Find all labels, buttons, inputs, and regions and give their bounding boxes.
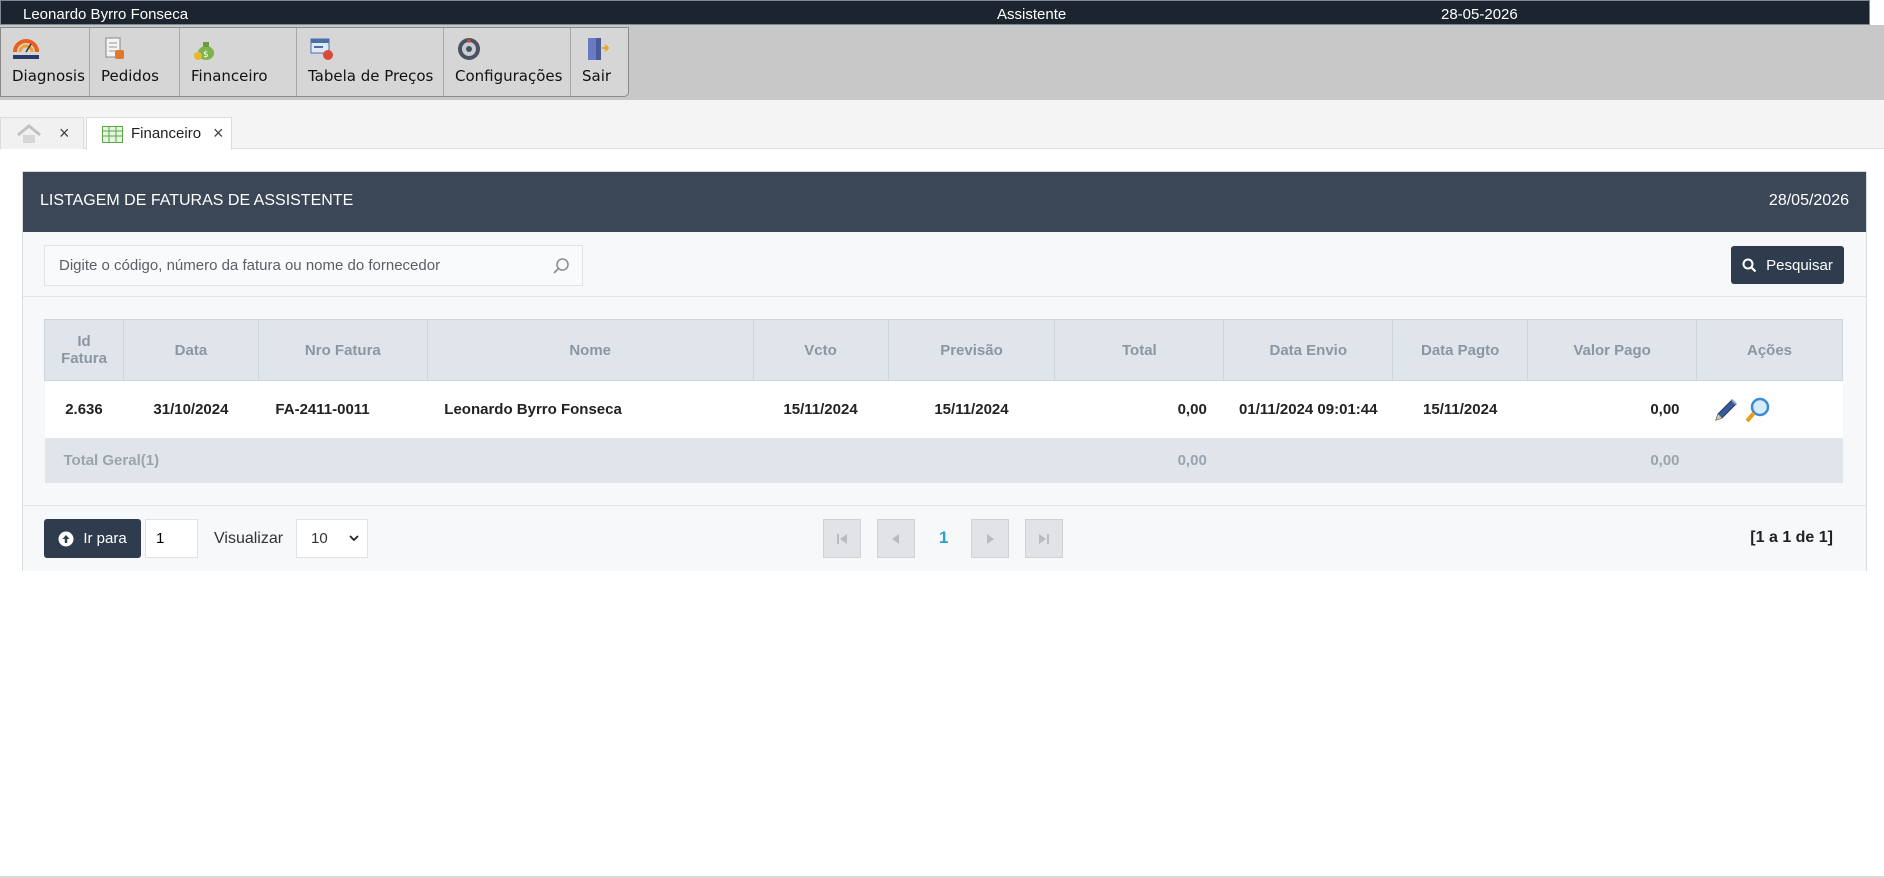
total-geral-label: Total Geral(1) <box>44 438 1055 483</box>
first-page-button[interactable] <box>823 519 861 558</box>
page-number-input[interactable] <box>145 519 198 558</box>
menu-label-diagnosis: Diagnosis <box>12 67 85 85</box>
next-page-button[interactable] <box>971 519 1009 558</box>
go-to-page-button[interactable]: Ir para <box>44 519 141 558</box>
settings-wheel-icon <box>458 38 480 60</box>
tab-strip: × Financeiro × <box>0 100 1884 150</box>
user-role: Assistente <box>997 6 1067 23</box>
diagnosis-logo-icon <box>13 39 39 59</box>
menu-label-sair: Sair <box>582 67 612 85</box>
menu-label-financeiro: Financeiro <box>191 67 268 85</box>
menu-label-pedidos: Pedidos <box>101 67 159 85</box>
cell-data: 31/10/2024 <box>123 380 259 439</box>
col-header-vcto[interactable]: Vcto <box>752 319 889 381</box>
col-header-previsao[interactable]: Previsão <box>887 319 1056 381</box>
menu-label-tabela-precos: Tabela de Preços <box>308 67 434 85</box>
current-page-link[interactable]: 1 <box>939 528 948 548</box>
main-menu: Diagnosis Pedidos $ Financeiro Tabela de… <box>0 27 629 97</box>
arrow-up-circle-icon <box>58 531 74 546</box>
menu-item-configuracoes[interactable]: Configurações <box>444 28 571 96</box>
last-page-icon <box>1039 533 1049 544</box>
panel-header: LISTAGEM DE FATURAS DE ASSISTENTE 28/05/… <box>23 172 1866 232</box>
total-geral-valor-pago: 0,00 <box>1527 438 1697 483</box>
tab-financeiro[interactable]: Financeiro × <box>86 117 232 150</box>
last-page-button[interactable] <box>1025 519 1063 558</box>
go-to-page-label: Ir para <box>83 530 127 547</box>
table-header-row: Id Fatura Data Nro Fatura Nome Vcto Previ… <box>44 319 1843 381</box>
col-header-id[interactable]: Id Fatura <box>44 319 124 381</box>
invoice-table-wrapper: Id Fatura Data Nro Fatura Nome Vcto Previ… <box>44 319 1843 483</box>
panel-date: 28/05/2026 <box>1768 192 1849 209</box>
tab-home[interactable]: × <box>0 117 84 149</box>
search-icon[interactable] <box>552 257 570 275</box>
current-date: 28-05-2026 <box>1441 6 1518 23</box>
pagination-info: [1 a 1 de 1] <box>1750 529 1833 546</box>
search-box <box>44 245 583 286</box>
menu-item-tabela-precos[interactable]: Tabela de Preços <box>297 28 444 96</box>
view-magnifier-icon[interactable] <box>1744 396 1772 424</box>
cell-vcto: 15/11/2024 <box>753 380 889 439</box>
cell-previsao: 15/11/2024 <box>888 380 1055 439</box>
search-row: Pesquisar <box>23 232 1866 297</box>
col-header-nro-fatura[interactable]: Nro Fatura <box>257 319 428 381</box>
search-button-label: Pesquisar <box>1766 256 1833 274</box>
edit-pencil-icon[interactable] <box>1712 396 1740 424</box>
svg-text:$: $ <box>203 50 209 60</box>
col-header-valor-pago[interactable]: Valor Pago <box>1527 319 1698 381</box>
menu-label-configuracoes: Configurações <box>455 67 563 85</box>
col-header-data[interactable]: Data <box>122 319 259 381</box>
search-button[interactable]: Pesquisar <box>1731 246 1844 284</box>
cell-data-pagto: 15/11/2024 <box>1392 380 1528 439</box>
search-input[interactable] <box>45 246 525 285</box>
tab-financeiro-close-icon[interactable]: × <box>213 123 224 144</box>
menu-item-financeiro[interactable]: $ Financeiro <box>180 28 297 96</box>
menu-item-diagnosis[interactable]: Diagnosis <box>1 28 90 96</box>
pagination-bar: Ir para Visualizar 10 1 <box>23 505 1866 571</box>
cell-acoes <box>1696 380 1843 439</box>
first-page-icon <box>837 533 847 544</box>
total-geral-total: 0,00 <box>1054 438 1224 483</box>
tab-financeiro-label: Financeiro <box>131 125 202 142</box>
col-header-total[interactable]: Total <box>1054 319 1225 381</box>
logged-user-name: Leonardo Byrro Fonseca <box>23 6 189 23</box>
cell-data-envio: 01/11/2024 09:01:44 <box>1223 380 1393 439</box>
cell-total: 0,00 <box>1054 380 1224 439</box>
next-page-icon <box>987 533 994 544</box>
previous-page-button[interactable] <box>877 519 915 558</box>
page-size-value: 10 <box>311 530 328 547</box>
menu-bar: Diagnosis Pedidos $ Financeiro Tabela de… <box>0 25 1884 100</box>
exit-door-icon <box>588 38 610 60</box>
menu-item-pedidos[interactable]: Pedidos <box>90 28 180 96</box>
col-header-data-envio[interactable]: Data Envio <box>1223 319 1394 381</box>
cell-nro-fatura: FA-2411-0011 <box>258 380 428 439</box>
spreadsheet-icon <box>102 126 123 143</box>
previous-page-icon <box>892 533 899 544</box>
page-size-label: Visualizar <box>214 530 284 547</box>
cell-valor-pago: 0,00 <box>1527 380 1697 439</box>
col-header-nome[interactable]: Nome <box>426 319 754 381</box>
invoice-table: Id Fatura Data Nro Fatura Nome Vcto Previ… <box>44 319 1843 483</box>
price-table-icon <box>310 38 333 60</box>
table-total-row: Total Geral(1) 0,00 0,00 <box>44 438 1843 483</box>
cell-id: 2.636 <box>44 380 124 439</box>
tab-home-close-icon[interactable]: × <box>59 123 70 144</box>
money-bag-icon: $ <box>194 42 214 60</box>
cell-nome: Leonardo Byrro Fonseca <box>427 380 754 439</box>
panel-title: LISTAGEM DE FATURAS DE ASSISTENTE <box>40 192 354 209</box>
orders-icon <box>105 37 124 59</box>
table-row[interactable]: 2.636 31/10/2024 FA-2411-0011 Leonardo B… <box>44 380 1843 439</box>
col-header-acoes: Ações <box>1696 319 1843 381</box>
magnifier-icon <box>1742 258 1757 272</box>
col-header-data-pagto[interactable]: Data Pagto <box>1392 319 1529 381</box>
chevron-down-icon <box>349 535 359 542</box>
title-bar: Leonardo Byrro Fonseca Assistente 28-05-… <box>0 0 1870 25</box>
invoice-list-panel: LISTAGEM DE FATURAS DE ASSISTENTE 28/05/… <box>22 171 1867 571</box>
page-size-select[interactable]: 10 <box>296 519 368 558</box>
home-icon <box>17 124 41 143</box>
menu-item-sair[interactable]: Sair <box>571 28 628 96</box>
